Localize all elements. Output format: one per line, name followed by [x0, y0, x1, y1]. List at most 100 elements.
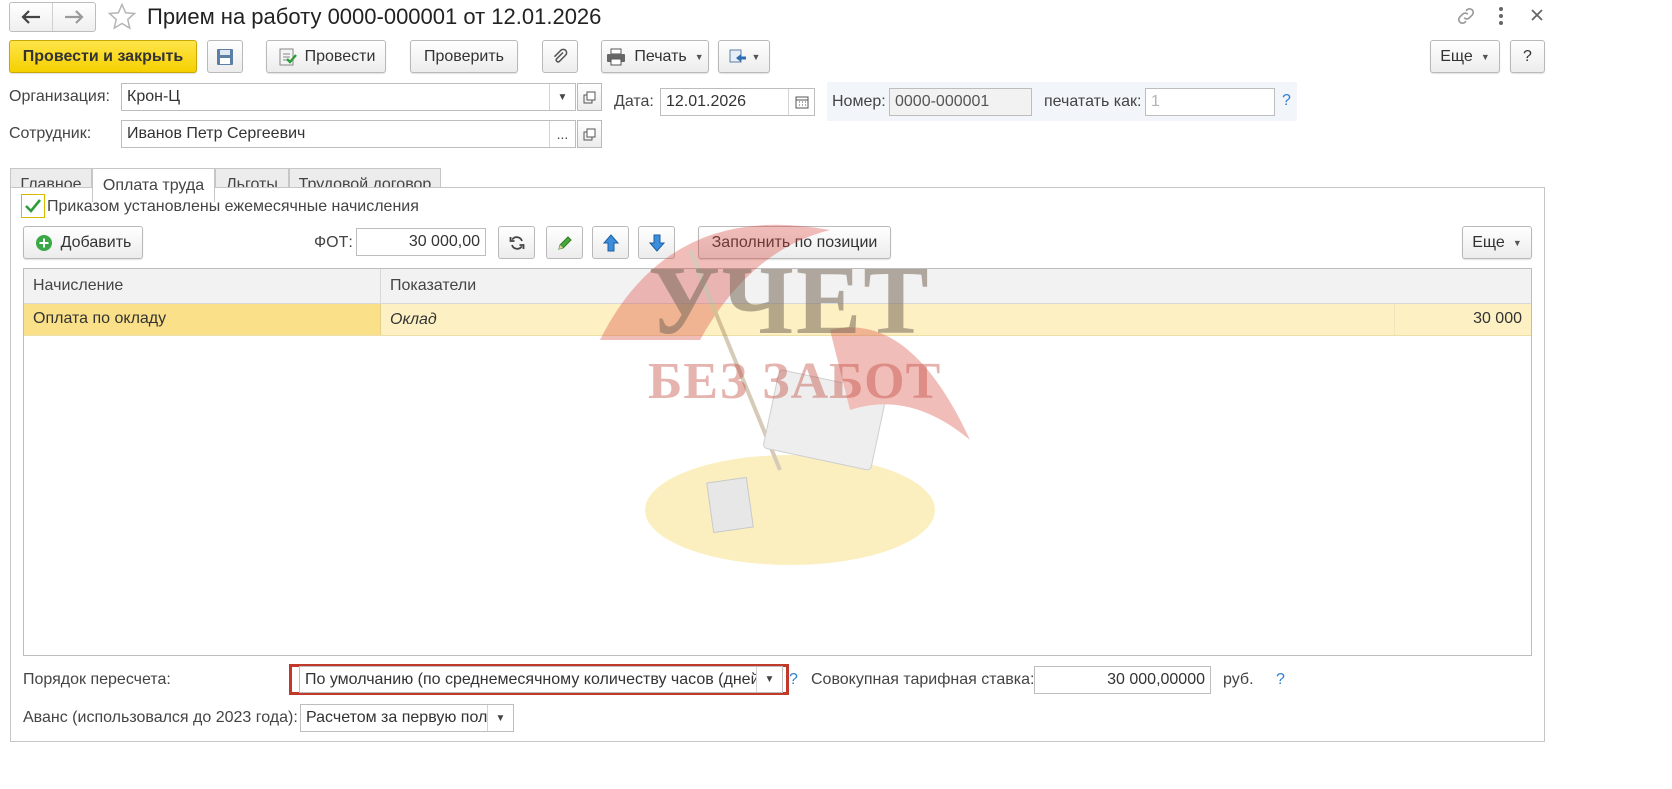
employee-field[interactable]: Иванов Петр Сергеевич ...	[121, 120, 576, 148]
save-button[interactable]	[207, 40, 243, 73]
more-label: Еще	[1440, 47, 1473, 65]
add-accrual-button[interactable]: Добавить	[23, 226, 143, 259]
advance-value: Расчетом за первую поло	[306, 709, 497, 726]
org-label: Организация:	[9, 88, 110, 105]
post-button[interactable]: Провести	[266, 40, 386, 73]
add-accrual-label: Добавить	[60, 233, 132, 251]
number-label: Номер:	[832, 93, 886, 110]
forward-button[interactable]	[53, 3, 95, 31]
tariff-field[interactable]: 30 000,00000	[1034, 666, 1211, 694]
page-title: Прием на работу 0000-000001 от 12.01.202…	[147, 4, 602, 29]
advance-field[interactable]: Расчетом за первую поло ▼	[300, 704, 514, 732]
attach-button[interactable]	[542, 40, 578, 73]
column-divider	[380, 269, 381, 304]
tab-payroll[interactable]: Оплата труда	[92, 168, 215, 202]
column-divider	[1394, 304, 1395, 335]
more-button[interactable]: Еще ▼	[1430, 40, 1500, 73]
cell-accrual[interactable]: Оплата по окладу	[24, 304, 380, 335]
arrow-left-icon	[21, 10, 40, 24]
recalc-label: Порядок пересчета:	[23, 671, 171, 688]
post-label: Провести	[304, 47, 376, 65]
create-based-on-button[interactable]: ▼	[718, 40, 770, 73]
calendar-icon	[795, 96, 808, 109]
cell-accrual-text: Оплата по окладу	[33, 310, 167, 327]
help-button[interactable]: ?	[1510, 40, 1545, 73]
org-dropdown-button[interactable]: ▼	[549, 84, 575, 110]
tariff-value: 30 000,00000	[1107, 671, 1205, 688]
checkmark-icon	[25, 199, 42, 213]
arrow-down-icon	[648, 234, 665, 252]
date-field[interactable]: 12.01.2026	[660, 88, 815, 116]
print-as-placeholder: 1	[1151, 93, 1160, 110]
printer-icon	[607, 48, 626, 65]
link-icon[interactable]	[1455, 5, 1477, 32]
cell-indicator-text[interactable]: Оклад	[390, 311, 437, 329]
employee-open-button[interactable]	[577, 120, 602, 148]
create-based-icon	[729, 49, 746, 62]
number-value: 0000-000001	[895, 93, 990, 110]
fill-by-position-label: Заполнить по позиции	[711, 233, 878, 251]
tariff-help[interactable]: ?	[1276, 671, 1285, 689]
employee-select-button[interactable]: ...	[549, 121, 575, 147]
fill-by-position-button[interactable]: Заполнить по позиции	[698, 226, 891, 259]
recalc-dropdown-button[interactable]: ▼	[756, 667, 782, 692]
recalc-field[interactable]: По умолчанию (по среднемесячному количес…	[299, 666, 783, 693]
post-and-close-button[interactable]: Провести и закрыть	[9, 40, 197, 73]
refresh-icon	[509, 235, 524, 250]
print-button[interactable]: Печать ▼	[601, 40, 709, 73]
chevron-down-icon: ▼	[694, 51, 704, 62]
chevron-down-icon: ▼	[557, 91, 568, 103]
currency-label: руб.	[1223, 671, 1254, 688]
chevron-down-icon: ▼	[751, 51, 761, 62]
print-as-help[interactable]: ?	[1282, 92, 1291, 110]
chevron-down-icon: ▼	[1512, 237, 1522, 248]
arrow-up-icon	[602, 233, 619, 251]
advance-dropdown-button[interactable]: ▼	[487, 705, 513, 731]
tariff-label: Совокупная тарифная ставка:	[811, 671, 1035, 688]
advance-label: Аванс (использовался до 2023 года):	[23, 709, 298, 726]
employee-select-dots: ...	[556, 126, 569, 142]
back-button[interactable]	[10, 3, 53, 31]
monthly-accruals-checkbox[interactable]	[21, 194, 45, 218]
payroll-more-button[interactable]: Еще ▼	[1462, 226, 1532, 259]
move-up-button[interactable]	[592, 226, 629, 259]
edit-button[interactable]	[546, 226, 583, 259]
payroll-more-label: Еще	[1472, 233, 1505, 251]
calendar-button[interactable]	[788, 89, 814, 115]
arrow-right-icon	[65, 10, 84, 24]
plus-circle-icon	[35, 234, 52, 251]
post-icon	[279, 48, 297, 65]
check-button[interactable]: Проверить	[410, 40, 518, 73]
table-header: Начисление Показатели	[24, 269, 1531, 304]
cell-amount-text[interactable]: 30 000	[1473, 310, 1522, 328]
number-field[interactable]: 0000-000001	[889, 88, 1032, 116]
print-as-field[interactable]: 1	[1145, 88, 1275, 116]
pencil-icon	[557, 235, 572, 250]
open-window-icon	[583, 91, 596, 103]
recalc-help[interactable]: ?	[789, 671, 798, 689]
chevron-down-icon: ▼	[764, 674, 775, 685]
column-header-indicators[interactable]: Показатели	[390, 277, 476, 295]
fot-field[interactable]: 30 000,00	[356, 228, 486, 256]
more-vertical-icon[interactable]	[1496, 6, 1506, 31]
print-label: Печать	[634, 47, 687, 65]
employee-value: Иванов Петр Сергеевич	[127, 125, 306, 142]
column-divider	[380, 304, 381, 335]
help-label: ?	[1523, 47, 1532, 65]
org-field[interactable]: Крон-Ц ▼	[121, 83, 576, 111]
close-icon[interactable]	[1530, 8, 1544, 27]
fot-label: ФОТ:	[314, 234, 353, 251]
tab-label: Оплата труда	[102, 176, 205, 194]
fot-value: 30 000,00	[408, 233, 480, 250]
table-row[interactable]: Оплата по окладу Оклад 30 000	[24, 304, 1531, 336]
check-label: Проверить	[423, 47, 504, 65]
org-open-button[interactable]	[577, 83, 602, 111]
paperclip-icon	[553, 48, 568, 63]
refresh-button[interactable]	[498, 226, 535, 259]
chevron-down-icon: ▼	[1480, 51, 1490, 62]
favorite-star-icon[interactable]	[107, 2, 137, 37]
column-header-accrual[interactable]: Начисление	[33, 277, 123, 295]
move-down-button[interactable]	[638, 226, 675, 259]
date-value: 12.01.2026	[666, 93, 747, 110]
employee-label: Сотрудник:	[9, 125, 92, 142]
